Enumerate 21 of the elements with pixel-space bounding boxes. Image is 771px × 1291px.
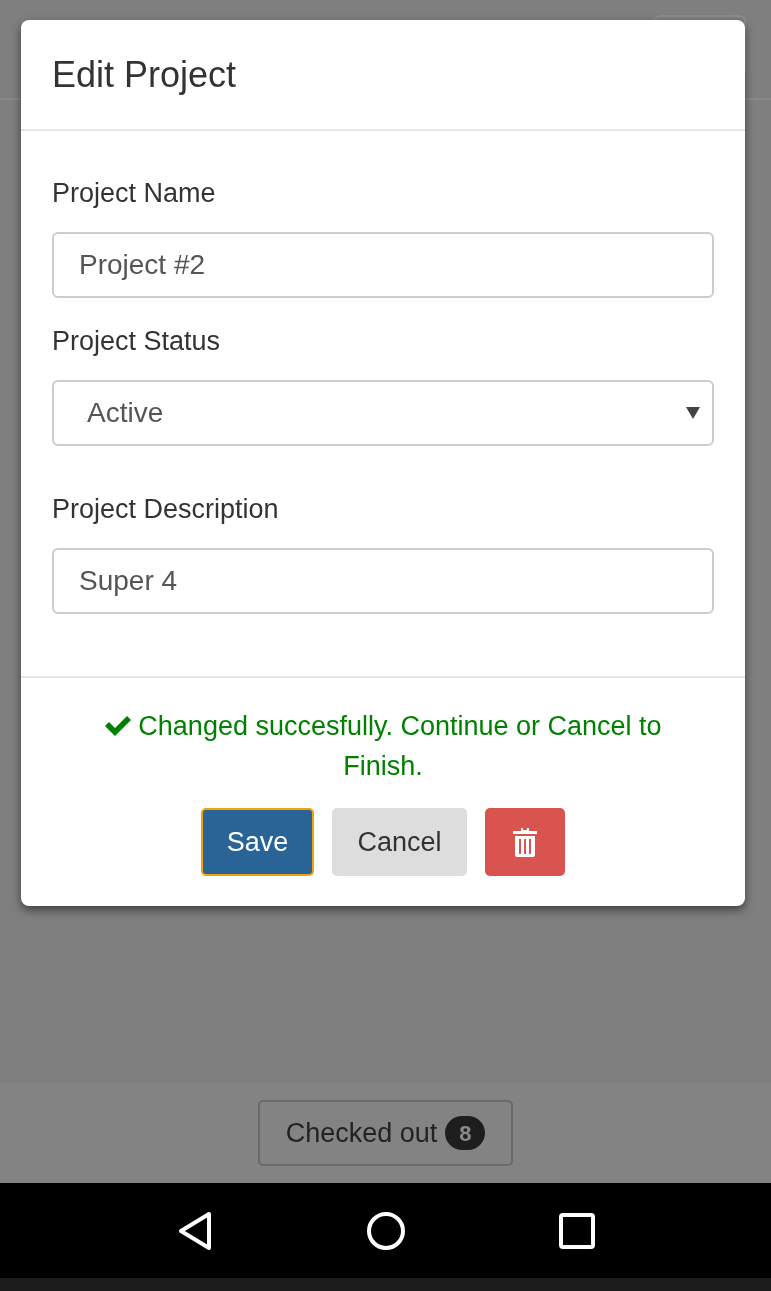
trash-icon [512, 827, 538, 857]
field-label: Project Name [52, 177, 217, 210]
field-label: Project Status [52, 325, 222, 358]
select-value: Active [87, 396, 164, 430]
dialog-title: Edit Project [52, 53, 238, 97]
caret-down-icon [686, 407, 700, 419]
button-label: Checked out [285, 1116, 438, 1150]
check-icon [104, 715, 133, 737]
cancel-button[interactable]: Cancel [332, 808, 467, 876]
back-icon[interactable] [176, 1210, 213, 1251]
delete-button[interactable] [485, 808, 565, 876]
text-input[interactable]: Super 4 [52, 548, 714, 614]
text-input[interactable]: Project #2 [52, 232, 714, 298]
checked-out-button[interactable]: Checked out 8 [258, 1100, 513, 1166]
home-icon[interactable] [365, 1210, 406, 1251]
success-message: Changed succesfully. Continue or Cancel to Finish. [83, 706, 683, 786]
recents-icon[interactable] [558, 1212, 595, 1249]
field-label: Project Description [52, 493, 280, 526]
save-button[interactable]: Save [201, 808, 314, 876]
select-field[interactable]: Active [52, 380, 714, 446]
count-badge: 8 [445, 1116, 486, 1150]
